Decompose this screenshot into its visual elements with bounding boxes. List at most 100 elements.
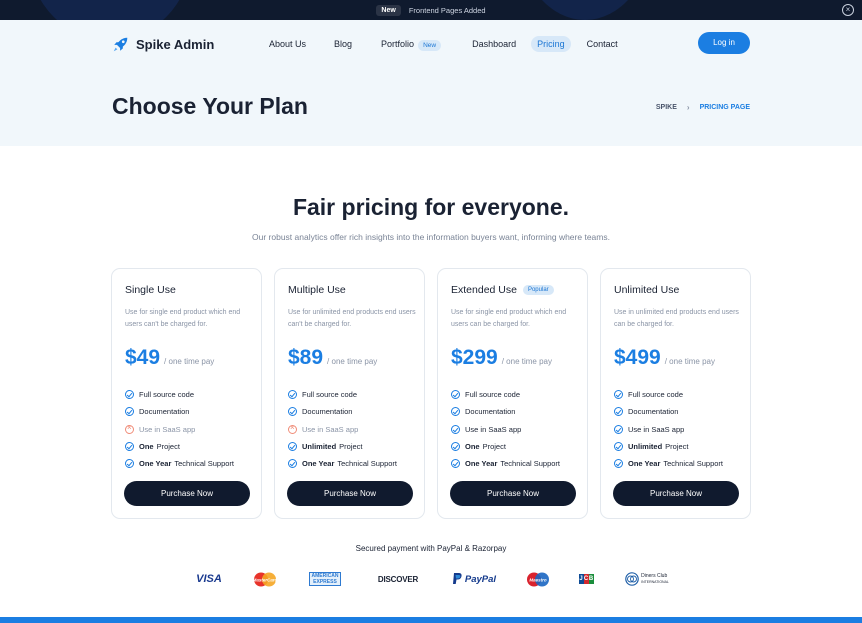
check-circle-icon <box>614 407 623 417</box>
check-circle-icon <box>451 390 460 400</box>
page-title: Choose Your Plan <box>112 93 308 119</box>
purchase-button[interactable]: Purchase Now <box>613 481 739 506</box>
announcement-badge: New <box>376 4 401 16</box>
footer-accent-bar <box>0 617 862 623</box>
plan-card: Single Use Use for single end product wh… <box>111 268 262 519</box>
price-amount: $499 <box>614 346 661 369</box>
payment-logos: VISA MasterCard AMERICAN EXPRESS DISCOVER… <box>192 571 672 587</box>
price-note: / one time pay <box>164 357 215 366</box>
plan-price: $299 / one time pay <box>451 346 552 370</box>
price-amount: $299 <box>451 346 498 369</box>
feature-text: Use in SaaS app <box>139 424 196 434</box>
plan-name: Single Use <box>125 284 176 296</box>
feature-item: Documentation <box>125 403 234 420</box>
plan-card: Unlimited Use Use in unlimited end produ… <box>600 268 751 519</box>
close-icon[interactable]: × <box>842 4 854 16</box>
jcb-logo: JCB <box>576 571 596 587</box>
page-header: Spike Admin About Us Blog Portfolio New D… <box>0 20 862 146</box>
feature-strong: One Year <box>628 459 661 469</box>
brand-logo[interactable]: Spike Admin <box>112 35 214 53</box>
price-amount: $49 <box>125 346 161 369</box>
feature-item: Documentation <box>614 403 723 420</box>
purchase-button[interactable]: Purchase Now <box>287 481 413 506</box>
paypal-wordmark: PayPal <box>464 573 497 585</box>
nav-portfolio[interactable]: Portfolio New <box>375 36 447 52</box>
feature-item: Full source code <box>614 386 723 403</box>
feature-strong: One <box>139 442 154 452</box>
feature-strong: Unlimited <box>628 442 663 452</box>
feature-text: Project <box>156 442 180 452</box>
svg-text:Maestro: Maestro <box>529 577 547 582</box>
nav-contact[interactable]: Contact <box>581 36 624 52</box>
plan-price: $49 / one time pay <box>125 346 214 370</box>
feature-item: Use in SaaS app <box>288 421 397 438</box>
plan-description: Use for single end product which end use… <box>451 309 567 328</box>
plan-price: $499 / one time pay <box>614 346 715 370</box>
price-amount: $89 <box>288 346 324 369</box>
chevron-right-icon: › <box>686 103 690 112</box>
feature-item: Use in SaaS app <box>614 421 723 438</box>
feature-list: Full source code Documentation Use in Sa… <box>288 386 397 472</box>
feature-item: Documentation <box>451 403 560 420</box>
paypal-icon <box>452 573 462 584</box>
check-circle-icon <box>451 442 460 452</box>
nav-pricing[interactable]: Pricing <box>531 36 571 52</box>
feature-item: Full source code <box>288 386 397 403</box>
feature-list: Full source code Documentation Use in Sa… <box>614 386 723 472</box>
breadcrumb-home[interactable]: SPIKE <box>656 104 677 111</box>
check-circle-icon <box>614 442 623 452</box>
diners-wordmark: Diners Club INTERNATIONAL <box>641 573 669 584</box>
feature-text: Technical Support <box>500 459 561 469</box>
breadcrumb-current: PRICING PAGE <box>699 104 750 111</box>
feature-strong: One Year <box>465 459 498 469</box>
plan-title: Single Use <box>125 284 176 296</box>
nav-dashboard[interactable]: Dashboard <box>466 36 522 52</box>
check-circle-icon <box>288 407 297 417</box>
feature-item: One Project <box>451 438 560 455</box>
feature-text: Project <box>482 442 506 452</box>
price-note: / one time pay <box>501 357 552 366</box>
feature-text: Full source code <box>139 390 195 400</box>
feature-text: Documentation <box>628 407 679 417</box>
amex-logo: AMERICAN EXPRESS <box>304 571 346 587</box>
login-button[interactable]: Log in <box>698 32 750 54</box>
feature-item: One Year Technical Support <box>614 455 723 472</box>
plan-price: $89 / one time pay <box>288 346 377 370</box>
feature-item: Documentation <box>288 403 397 420</box>
feature-item: Full source code <box>125 386 234 403</box>
feature-item: Use in SaaS app <box>451 421 560 438</box>
rocket-icon <box>113 37 128 52</box>
brand-name: Spike Admin <box>136 36 215 52</box>
plan-description: Use for single end product which end use… <box>125 309 241 328</box>
paypal-logo: PayPal <box>449 571 499 587</box>
main-menu: About Us Blog Portfolio New Dashboard Pri… <box>263 36 624 52</box>
mastercard-icon: MasterCard <box>253 572 277 586</box>
feature-text: Technical Support <box>174 459 235 469</box>
maestro-icon: Maestro <box>527 572 549 586</box>
feature-item: One Year Technical Support <box>125 455 234 472</box>
feature-item: Unlimited Project <box>614 438 723 455</box>
feature-strong: One <box>465 442 480 452</box>
diners-club-logo: Diners Club INTERNATIONAL <box>622 571 672 587</box>
check-circle-icon <box>125 442 134 452</box>
nav-about-us[interactable]: About Us <box>263 36 312 52</box>
check-circle-icon <box>451 459 460 469</box>
jcb-wordmark: JCB <box>578 574 594 584</box>
check-circle-icon <box>614 424 623 434</box>
feature-text: Technical Support <box>337 459 398 469</box>
plan-title: Unlimited Use <box>614 284 679 296</box>
feature-item: One Project <box>125 438 234 455</box>
purchase-button[interactable]: Purchase Now <box>450 481 576 506</box>
visa-logo: VISA <box>196 573 222 585</box>
purchase-button[interactable]: Purchase Now <box>124 481 250 506</box>
discover-logo: DISCOVER <box>377 574 419 584</box>
check-circle-icon <box>125 459 134 469</box>
nav-blog[interactable]: Blog <box>328 36 358 52</box>
check-circle-icon <box>451 407 460 417</box>
announcement-text[interactable]: Frontend Pages Added <box>409 6 486 15</box>
feature-text: Technical Support <box>663 459 724 469</box>
mastercard-logo: MasterCard <box>252 571 278 587</box>
plan-card: Multiple Use Use for unlimited end produ… <box>274 268 425 519</box>
feature-strong: One Year <box>139 459 172 469</box>
x-circle-icon <box>288 423 297 434</box>
